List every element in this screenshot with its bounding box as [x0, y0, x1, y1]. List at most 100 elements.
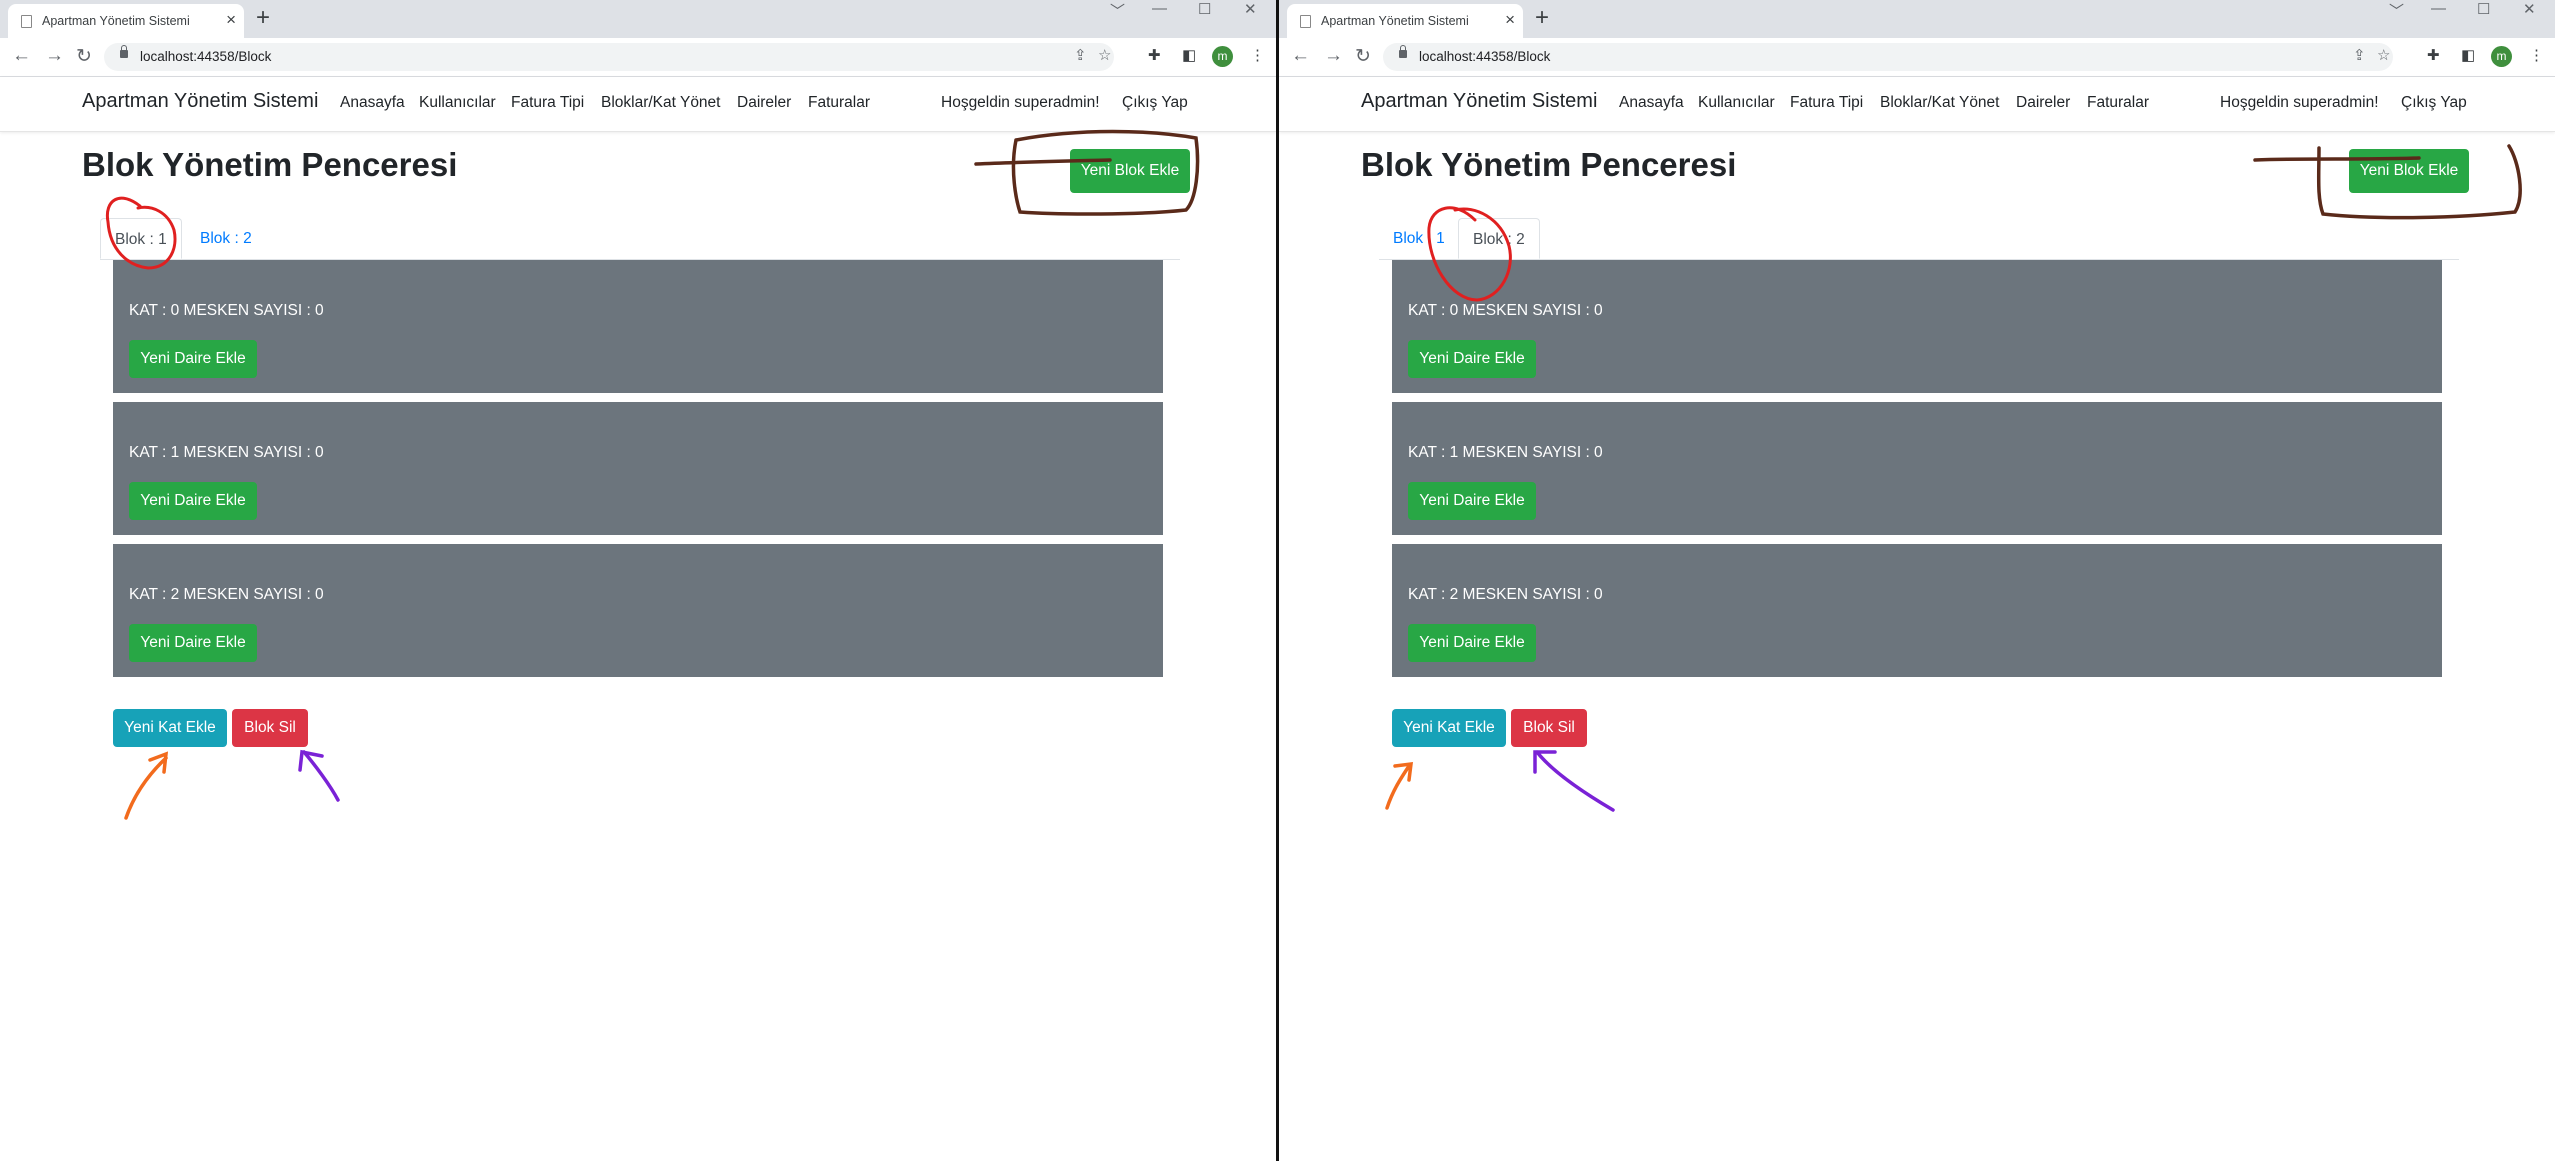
- app-navbar: Apartman Yönetim Sistemi Anasayfa Kullan…: [1279, 77, 2555, 132]
- floor-info: KAT : 2 MESKEN SAYISI : 0: [1408, 586, 1603, 603]
- close-window-icon[interactable]: ✕: [2523, 0, 2536, 18]
- nav-fatura-tipi[interactable]: Fatura Tipi: [1790, 94, 1863, 112]
- orange-arrow-annotation: [124, 751, 169, 820]
- menu-kebab-icon[interactable]: ⋮: [2529, 46, 2544, 64]
- forward-arrow-icon[interactable]: →: [1324, 45, 1343, 67]
- floor-card: KAT : 1 MESKEN SAYISI : 0 Yeni Daire Ekl…: [113, 402, 1163, 535]
- add-apartment-button[interactable]: Yeni Daire Ekle: [129, 482, 257, 520]
- close-tab-icon[interactable]: ×: [1505, 10, 1515, 30]
- address-bar[interactable]: localhost:44358/Block ⇪ ☆: [104, 43, 1114, 71]
- back-arrow-icon[interactable]: ←: [12, 45, 31, 67]
- add-block-button[interactable]: Yeni Blok Ekle: [1070, 149, 1190, 193]
- add-floor-button[interactable]: Yeni Kat Ekle: [113, 709, 227, 747]
- nav-kullanicilar[interactable]: Kullanıcılar: [1698, 94, 1775, 112]
- nav-bloklar-kat-yonet[interactable]: Bloklar/Kat Yönet: [601, 94, 720, 112]
- browser-toolbar: ← → ↻ localhost:44358/Block ⇪ ☆ ✚ ◧ m ⋮: [0, 38, 1276, 77]
- bookmark-star-icon[interactable]: ☆: [2377, 46, 2390, 64]
- browser-tab[interactable]: Apartman Yönetim Sistemi ×: [1287, 4, 1523, 38]
- tab-blok-1[interactable]: Blok : 1: [1379, 218, 1459, 259]
- minimize-icon[interactable]: —: [1152, 0, 1167, 17]
- tab-search-icon[interactable]: ﹀: [1110, 0, 1125, 21]
- page-title: Blok Yönetim Penceresi: [1361, 146, 1737, 183]
- orange-arrow-annotation: [1385, 761, 1414, 810]
- purple-arrow-annotation: [1533, 750, 1615, 812]
- forward-arrow-icon[interactable]: →: [45, 45, 64, 67]
- logout-link[interactable]: Çıkış Yap: [1122, 94, 1188, 112]
- share-icon[interactable]: ⇪: [2353, 46, 2366, 64]
- floor-info: KAT : 0 MESKEN SAYISI : 0: [129, 302, 324, 319]
- maximize-icon[interactable]: ☐: [1198, 0, 1211, 18]
- floor-info: KAT : 2 MESKEN SAYISI : 0: [129, 586, 324, 603]
- reload-icon[interactable]: ↻: [76, 45, 92, 68]
- app-brand[interactable]: Apartman Yönetim Sistemi: [82, 90, 318, 113]
- side-panel-icon[interactable]: ◧: [1182, 46, 1196, 64]
- purple-arrow-annotation: [298, 749, 340, 802]
- menu-kebab-icon[interactable]: ⋮: [1250, 46, 1265, 64]
- tab-bar: Apartman Yönetim Sistemi × + ﹀ — ☐ ✕: [0, 0, 1276, 38]
- greeting-link[interactable]: Hoşgeldin superadmin!: [941, 94, 1100, 112]
- add-block-button[interactable]: Yeni Blok Ekle: [2349, 149, 2469, 193]
- floor-card: KAT : 1 MESKEN SAYISI : 0 Yeni Daire Ekl…: [1392, 402, 2442, 535]
- url-text[interactable]: localhost:44358/Block: [140, 49, 271, 64]
- back-arrow-icon[interactable]: ←: [1291, 45, 1310, 67]
- profile-avatar[interactable]: m: [1212, 46, 1233, 67]
- tab-title: Apartman Yönetim Sistemi: [1321, 14, 1469, 28]
- greeting-link[interactable]: Hoşgeldin superadmin!: [2220, 94, 2379, 112]
- page-title: Blok Yönetim Penceresi: [82, 146, 458, 183]
- close-tab-icon[interactable]: ×: [226, 10, 236, 30]
- new-tab-button[interactable]: +: [256, 4, 270, 32]
- floor-info: KAT : 1 MESKEN SAYISI : 0: [129, 444, 324, 461]
- tab-blok-2[interactable]: Blok : 2: [186, 218, 266, 259]
- browser-window-right: Apartman Yönetim Sistemi × + ﹀ — ☐ ✕ ← →…: [1279, 0, 2555, 1161]
- share-icon[interactable]: ⇪: [1074, 46, 1087, 64]
- add-apartment-button[interactable]: Yeni Daire Ekle: [129, 624, 257, 662]
- add-apartment-button[interactable]: Yeni Daire Ekle: [1408, 340, 1536, 378]
- extensions-icon[interactable]: ✚: [2427, 46, 2440, 64]
- app-brand[interactable]: Apartman Yönetim Sistemi: [1361, 90, 1597, 113]
- maximize-icon[interactable]: ☐: [2477, 0, 2490, 18]
- extensions-icon[interactable]: ✚: [1148, 46, 1161, 64]
- bookmark-star-icon[interactable]: ☆: [1098, 46, 1111, 64]
- nav-daireler[interactable]: Daireler: [737, 94, 791, 112]
- tab-bar: Apartman Yönetim Sistemi × + ﹀ — ☐ ✕: [1279, 0, 2555, 38]
- minimize-icon[interactable]: —: [2431, 0, 2446, 17]
- side-panel-icon[interactable]: ◧: [2461, 46, 2475, 64]
- profile-avatar[interactable]: m: [2491, 46, 2512, 67]
- floor-info: KAT : 0 MESKEN SAYISI : 0: [1408, 302, 1603, 319]
- address-bar[interactable]: localhost:44358/Block ⇪ ☆: [1383, 43, 2393, 71]
- nav-anasayfa[interactable]: Anasayfa: [340, 94, 405, 112]
- tab-title: Apartman Yönetim Sistemi: [42, 14, 190, 28]
- add-apartment-button[interactable]: Yeni Daire Ekle: [1408, 482, 1536, 520]
- nav-fatura-tipi[interactable]: Fatura Tipi: [511, 94, 584, 112]
- floor-card: KAT : 2 MESKEN SAYISI : 0 Yeni Daire Ekl…: [1392, 544, 2442, 677]
- browser-tab[interactable]: Apartman Yönetim Sistemi ×: [8, 4, 244, 38]
- nav-kullanicilar[interactable]: Kullanıcılar: [419, 94, 496, 112]
- delete-block-button[interactable]: Blok Sil: [232, 709, 308, 747]
- nav-faturalar[interactable]: Faturalar: [808, 94, 870, 112]
- delete-block-button[interactable]: Blok Sil: [1511, 709, 1587, 747]
- floor-info: KAT : 1 MESKEN SAYISI : 0: [1408, 444, 1603, 461]
- nav-anasayfa[interactable]: Anasayfa: [1619, 94, 1684, 112]
- floor-card: KAT : 0 MESKEN SAYISI : 0 Yeni Daire Ekl…: [113, 260, 1163, 393]
- reload-icon[interactable]: ↻: [1355, 45, 1371, 68]
- tab-blok-2[interactable]: Blok : 2: [1458, 218, 1540, 259]
- lock-icon: [120, 45, 128, 58]
- nav-faturalar[interactable]: Faturalar: [2087, 94, 2149, 112]
- new-tab-button[interactable]: +: [1535, 4, 1549, 32]
- browser-window-left: Apartman Yönetim Sistemi × + ﹀ — ☐ ✕ ← →…: [0, 0, 1276, 1161]
- add-floor-button[interactable]: Yeni Kat Ekle: [1392, 709, 1506, 747]
- logout-link[interactable]: Çıkış Yap: [2401, 94, 2467, 112]
- tab-search-icon[interactable]: ﹀: [2389, 0, 2404, 21]
- add-apartment-button[interactable]: Yeni Daire Ekle: [129, 340, 257, 378]
- url-text[interactable]: localhost:44358/Block: [1419, 49, 1550, 64]
- app-navbar: Apartman Yönetim Sistemi Anasayfa Kullan…: [0, 77, 1276, 132]
- add-apartment-button[interactable]: Yeni Daire Ekle: [1408, 624, 1536, 662]
- page-favicon-icon: [1300, 15, 1311, 28]
- nav-bloklar-kat-yonet[interactable]: Bloklar/Kat Yönet: [1880, 94, 1999, 112]
- close-window-icon[interactable]: ✕: [1244, 0, 1257, 18]
- nav-daireler[interactable]: Daireler: [2016, 94, 2070, 112]
- block-tabs: Blok : 1 Blok : 2: [100, 218, 1180, 260]
- block-tabs: Blok : 1 Blok : 2: [1379, 218, 2459, 260]
- tab-blok-1[interactable]: Blok : 1: [100, 218, 182, 259]
- browser-toolbar: ← → ↻ localhost:44358/Block ⇪ ☆ ✚ ◧ m ⋮: [1279, 38, 2555, 77]
